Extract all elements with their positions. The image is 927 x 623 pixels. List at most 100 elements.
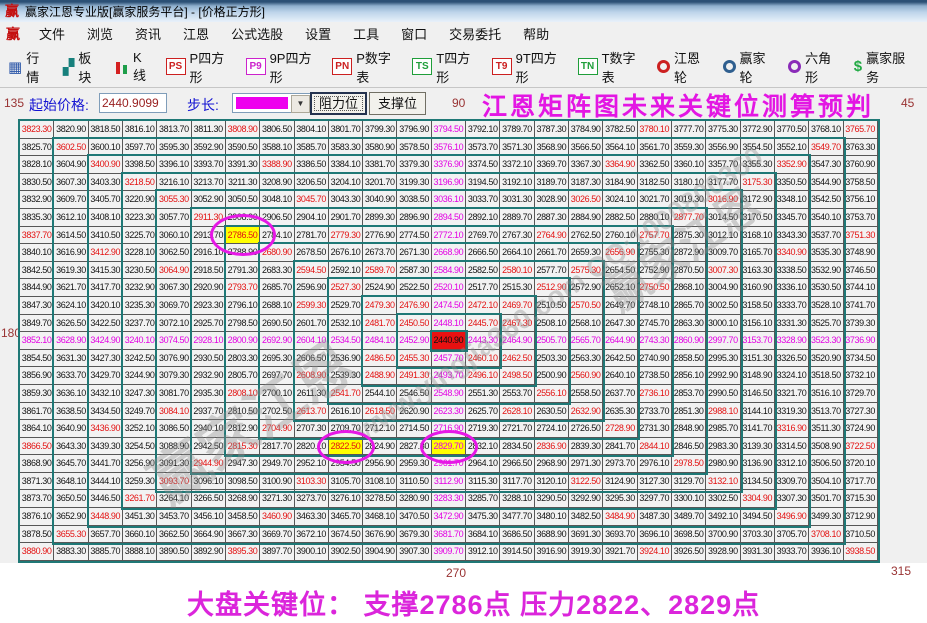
matrix-cell: 3091.30 bbox=[157, 455, 191, 473]
start-price-input[interactable] bbox=[99, 93, 167, 113]
key-levels-summary: 大盘关键位： 支撑2786点 压力2822、2829点 bbox=[187, 583, 760, 622]
toolbar-button[interactable]: P99P四方形 bbox=[246, 48, 319, 86]
matrix-cell: 2510.50 bbox=[535, 297, 569, 315]
matrix-cell: 3081.70 bbox=[157, 385, 191, 403]
matrix-cell: 3772.90 bbox=[741, 121, 775, 139]
toolbar-button[interactable]: ▞板块 bbox=[63, 48, 101, 86]
support-button[interactable]: 支撑位 bbox=[369, 92, 426, 115]
matrix-cell: 2462.50 bbox=[500, 350, 534, 368]
toolbar-button[interactable]: PNP数字表 bbox=[332, 48, 398, 86]
toolbar-button[interactable]: PSP四方形 bbox=[166, 48, 232, 86]
matrix-cell: 3196.90 bbox=[432, 174, 466, 192]
matrix-cell: 3686.50 bbox=[500, 526, 534, 544]
matrix-cell: 3549.70 bbox=[809, 139, 843, 157]
matrix-cell: 2745.70 bbox=[638, 315, 672, 333]
matrix-cell: 2616.10 bbox=[329, 403, 363, 421]
toolbar-button[interactable]: 江恩轮 bbox=[657, 48, 709, 86]
menu-item[interactable]: 工具 bbox=[342, 27, 390, 42]
menu-item[interactable]: 窗口 bbox=[390, 27, 438, 42]
matrix-cell: 3492.10 bbox=[706, 508, 740, 526]
resistance-button[interactable]: 阻力位 bbox=[310, 92, 367, 115]
matrix-cell: 3415.30 bbox=[89, 262, 123, 280]
matrix-cell: 3662.50 bbox=[157, 526, 191, 544]
toolbar-button[interactable]: $赢家服务 bbox=[854, 48, 913, 86]
matrix-cell: 3460.90 bbox=[260, 508, 294, 526]
hexagon-icon bbox=[788, 60, 801, 73]
matrix-cell: 2688.10 bbox=[260, 297, 294, 315]
menu-item[interactable]: 资讯 bbox=[124, 27, 172, 42]
matrix-cell: 2553.70 bbox=[500, 385, 534, 403]
menu-item[interactable]: 设置 bbox=[294, 27, 342, 42]
matrix-cell: 3403.30 bbox=[89, 174, 123, 192]
matrix-cell: 3199.30 bbox=[397, 174, 431, 192]
matrix-cell: 3760.90 bbox=[844, 156, 878, 174]
matrix-cell: 3110.50 bbox=[397, 473, 431, 491]
matrix-cell: 3429.70 bbox=[89, 367, 123, 385]
toolbar-button[interactable]: ▦行情 bbox=[8, 48, 49, 86]
matrix-cell: 2620.90 bbox=[397, 403, 431, 421]
matrix-cell: 2551.30 bbox=[466, 385, 500, 403]
matrix-cell: 2548.90 bbox=[432, 385, 466, 403]
toolbar-button-label: 9P四方形 bbox=[270, 48, 319, 86]
matrix-cell: 3319.30 bbox=[775, 403, 809, 421]
matrix-cell: 3679.30 bbox=[397, 526, 431, 544]
menu-item[interactable]: 浏览 bbox=[76, 27, 124, 42]
matrix-cell: 2584.90 bbox=[432, 262, 466, 280]
matrix-cell: 3902.50 bbox=[329, 543, 363, 561]
matrix-cell: 3741.70 bbox=[844, 297, 878, 315]
matrix-cell: 3552.10 bbox=[775, 139, 809, 157]
matrix-cell: 3117.70 bbox=[500, 473, 534, 491]
angle-label-180: 180 bbox=[1, 326, 21, 340]
toolbar-button[interactable]: T99T四方形 bbox=[492, 48, 564, 86]
toolbar-button[interactable]: TNT数字表 bbox=[578, 48, 643, 86]
app-window: 赢 赢家江恩专业版[赢家服务平台] - [价格正方形] 赢 文件浏览资讯江恩公式… bbox=[0, 0, 927, 623]
matrix-cell: 3220.90 bbox=[123, 191, 157, 209]
matrix-cell: 2985.70 bbox=[706, 420, 740, 438]
angle-label-315: 315 bbox=[891, 564, 911, 578]
key-level-cell: 2829.70 bbox=[432, 438, 466, 456]
matrix-cell: 2791.30 bbox=[226, 262, 260, 280]
matrix-cell: 3614.50 bbox=[54, 227, 88, 245]
matrix-cell: 3127.30 bbox=[638, 473, 672, 491]
menu-item[interactable]: 公式选股 bbox=[220, 27, 294, 42]
matrix-cell: 3139.30 bbox=[741, 438, 775, 456]
matrix-cell: 2589.70 bbox=[363, 262, 397, 280]
matrix-cell: 2839.30 bbox=[569, 438, 603, 456]
matrix-cell: 2875.30 bbox=[672, 227, 706, 245]
matrix-cell: 2796.10 bbox=[226, 297, 260, 315]
key-level-cell: 2822.50 bbox=[329, 438, 363, 456]
matrix-cell: 3242.50 bbox=[123, 350, 157, 368]
toolbar-button[interactable]: K线 bbox=[115, 50, 152, 84]
chevron-down-icon[interactable]: ▼ bbox=[291, 95, 310, 113]
matrix-cell: 2628.10 bbox=[500, 403, 534, 421]
matrix-cell: 2457.70 bbox=[432, 350, 466, 368]
toolbar-button[interactable]: 赢家轮 bbox=[723, 48, 775, 86]
matrix-cell: 3561.70 bbox=[638, 139, 672, 157]
step-color-swatch bbox=[236, 97, 288, 109]
matrix-cell: 2512.90 bbox=[535, 279, 569, 297]
gann-wheel-icon bbox=[657, 60, 670, 73]
matrix-cell: 3122.50 bbox=[569, 473, 603, 491]
toolbar-button[interactable]: TST四方形 bbox=[412, 48, 477, 86]
matrix-cell: 2757.70 bbox=[638, 227, 672, 245]
matrix-cell: 3820.90 bbox=[54, 121, 88, 139]
matrix-cell: 3386.50 bbox=[295, 156, 329, 174]
matrix-cell: 2776.90 bbox=[363, 227, 397, 245]
menu-item[interactable]: 江恩 bbox=[172, 27, 220, 42]
matrix-cell: 3508.90 bbox=[809, 438, 843, 456]
matrix-cell: 3919.30 bbox=[569, 543, 603, 561]
menu-item[interactable]: 文件 bbox=[28, 27, 76, 42]
menu-item[interactable]: 交易委托 bbox=[438, 27, 512, 42]
toolbar-button[interactable]: 六角形 bbox=[788, 48, 840, 86]
service-icon: $ bbox=[854, 58, 862, 75]
matrix-cell: 2997.70 bbox=[706, 332, 740, 350]
menu-item[interactable]: 帮助 bbox=[512, 27, 560, 42]
matrix-cell: 3691.30 bbox=[569, 526, 603, 544]
matrix-cell: 2896.90 bbox=[397, 209, 431, 227]
matrix-cell: 2892.10 bbox=[466, 209, 500, 227]
toolbar-button-label: P四方形 bbox=[190, 48, 232, 86]
step-color-select[interactable]: ▼ bbox=[232, 93, 312, 113]
matrix-cell: 2649.70 bbox=[603, 297, 637, 315]
matrix-cell: 2719.30 bbox=[466, 420, 500, 438]
matrix-cell: 3436.90 bbox=[89, 420, 123, 438]
